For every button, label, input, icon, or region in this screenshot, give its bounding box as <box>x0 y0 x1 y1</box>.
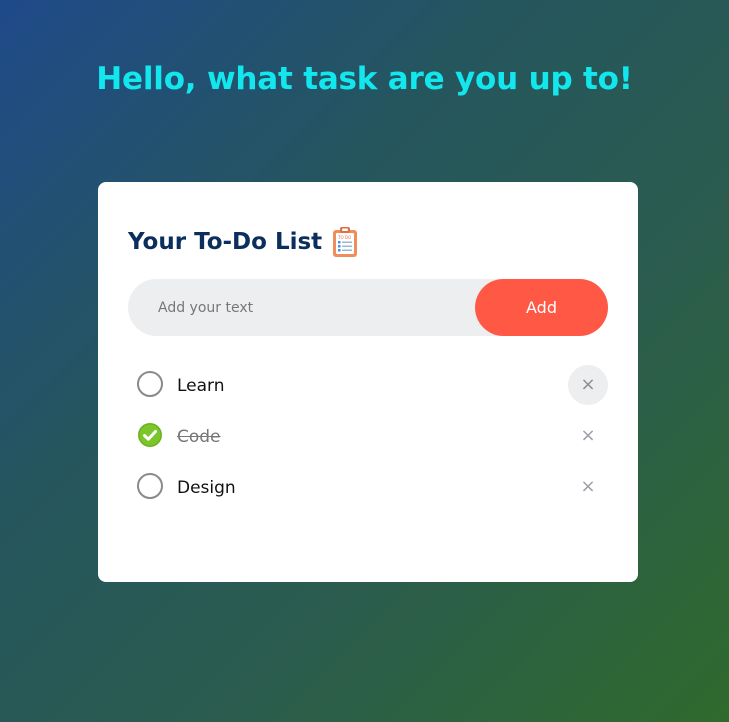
task-list: Learn × Code × Design × <box>128 360 608 513</box>
task-input-row: Add <box>128 278 608 337</box>
task-item-design[interactable]: Design × <box>128 462 608 513</box>
add-button[interactable]: Add <box>475 279 608 336</box>
remove-task-button[interactable]: × <box>568 467 608 507</box>
svg-text:TO DO: TO DO <box>337 235 351 240</box>
unchecked-circle-icon[interactable] <box>137 473 163 499</box>
remove-task-button[interactable]: × <box>568 416 608 456</box>
todo-card: Your To-Do List TO DO Add Learn <box>98 182 638 582</box>
card-title: Your To-Do List <box>128 229 323 255</box>
card-header: Your To-Do List TO DO <box>128 224 608 260</box>
task-item-code[interactable]: Code × <box>128 411 608 462</box>
checked-circle-icon[interactable] <box>138 423 162 447</box>
remove-task-button[interactable]: × <box>568 365 608 405</box>
page-headline: Hello, what task are you up to! <box>96 60 633 97</box>
task-input[interactable] <box>128 278 475 337</box>
clipboard-todo-icon: TO DO <box>332 226 358 258</box>
task-label: Code <box>177 427 221 447</box>
task-label: Design <box>177 478 236 498</box>
task-item-learn[interactable]: Learn × <box>128 360 608 411</box>
task-label: Learn <box>177 376 225 396</box>
unchecked-circle-icon[interactable] <box>137 371 163 397</box>
